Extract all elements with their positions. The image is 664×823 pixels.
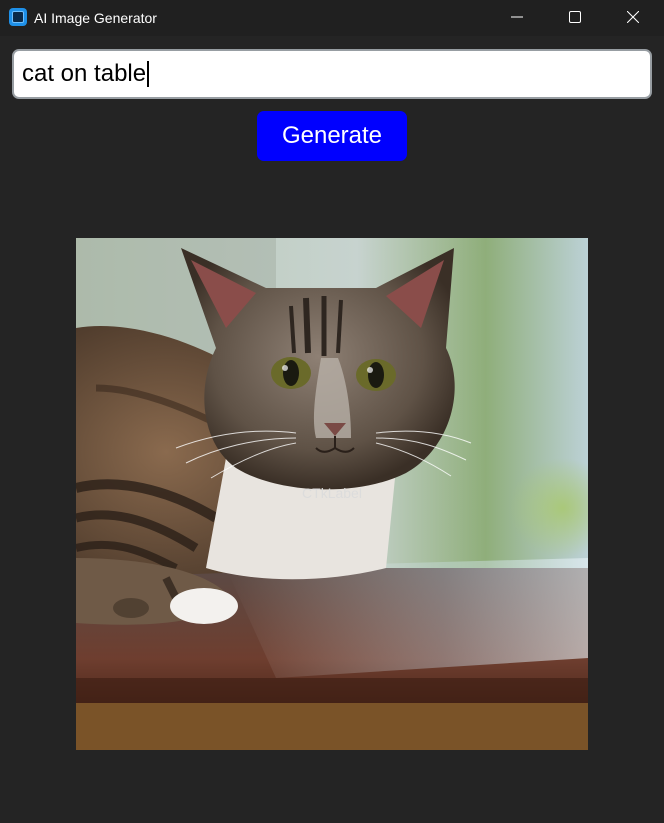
maximize-icon (569, 11, 581, 23)
minimize-button[interactable] (488, 0, 546, 34)
app-window: AI Image Generator cat on table Generate (0, 0, 664, 823)
window-title: AI Image Generator (34, 10, 157, 26)
close-icon (627, 11, 639, 23)
title-bar[interactable]: AI Image Generator (0, 0, 664, 36)
prompt-text: cat on table (22, 60, 147, 87)
generate-button[interactable]: Generate (257, 111, 407, 161)
image-label: CTkLabel (302, 485, 362, 501)
maximize-button[interactable] (546, 0, 604, 34)
text-cursor (147, 61, 150, 87)
prompt-input[interactable]: cat on table (12, 49, 652, 99)
minimize-icon (511, 16, 523, 18)
close-button[interactable] (604, 0, 662, 34)
app-icon (9, 8, 27, 26)
